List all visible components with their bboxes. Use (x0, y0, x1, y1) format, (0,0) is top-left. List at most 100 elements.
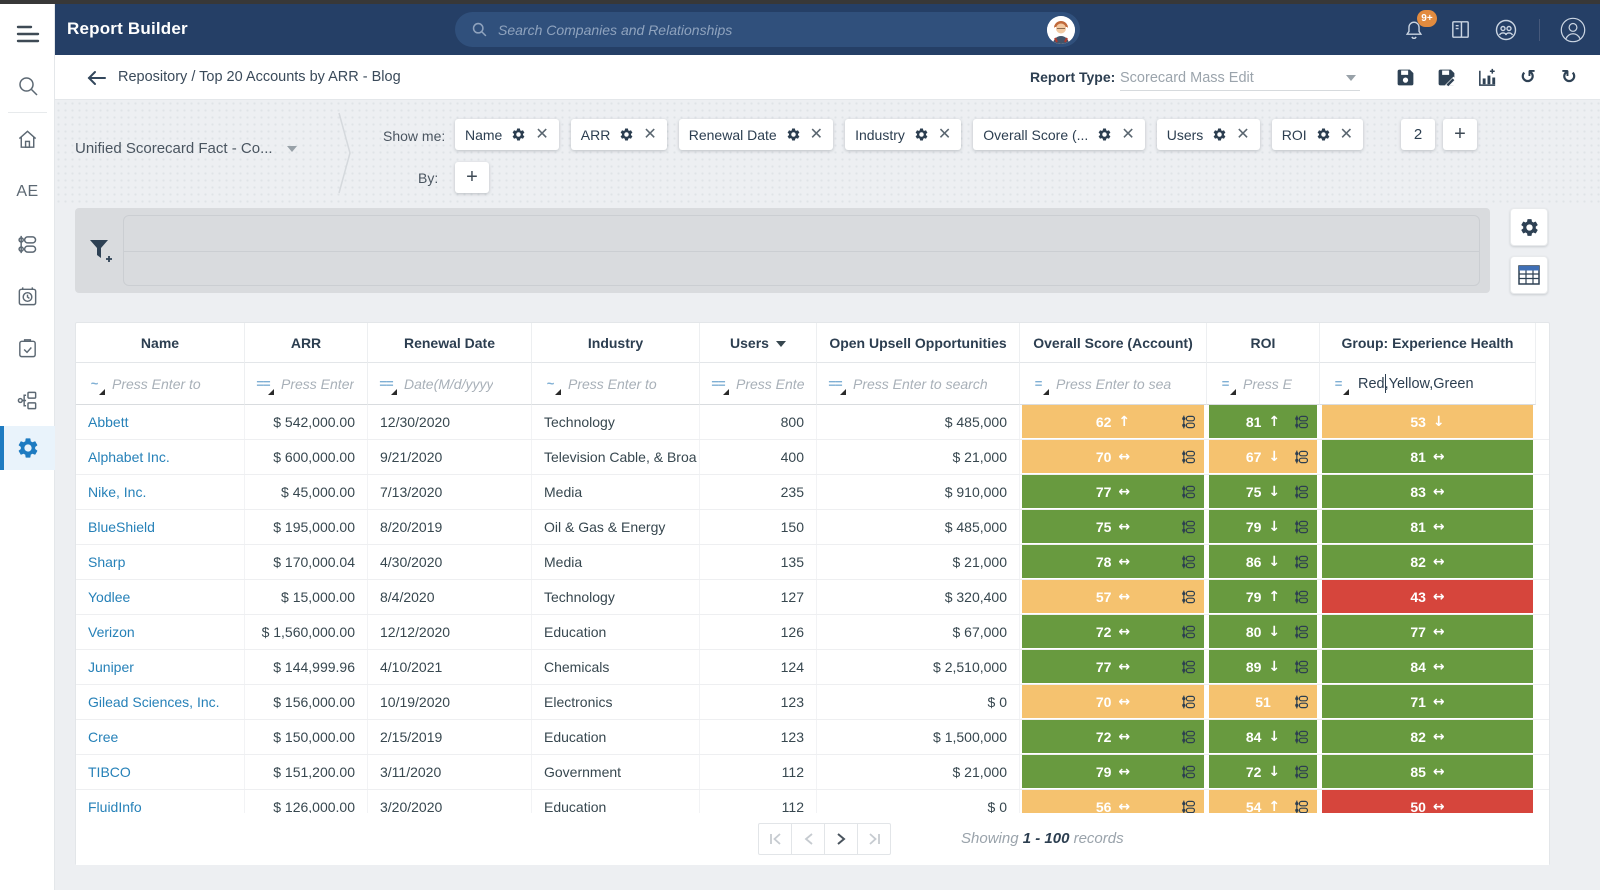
scorecard-sliders-icon[interactable] (1180, 413, 1197, 430)
first-page-button[interactable] (758, 823, 792, 855)
field-gear-icon[interactable] (619, 127, 634, 142)
company-link[interactable]: Nike, Inc. (88, 484, 146, 500)
save-as-button[interactable] (1433, 64, 1459, 90)
company-link[interactable]: TIBCO (88, 764, 131, 780)
field-gear-icon[interactable] (511, 127, 526, 142)
scorecard-sliders-icon[interactable] (1293, 448, 1310, 465)
filter-operator[interactable]: = (1326, 372, 1350, 396)
scorecard-sliders-icon[interactable] (1180, 798, 1197, 813)
field-chip[interactable]: Industry ✕ (845, 119, 961, 150)
cell-overall[interactable]: 57↔ (1020, 580, 1207, 614)
sidebar-search-icon[interactable] (0, 64, 55, 108)
filter-cell-roi[interactable]: =Press E (1207, 363, 1320, 405)
undo-button[interactable]: ↺ (1515, 64, 1541, 90)
column-header-users[interactable]: Users (700, 323, 817, 363)
scorecard-sliders-icon[interactable] (1180, 763, 1197, 780)
more-fields-count-chip[interactable]: 2 (1401, 119, 1435, 150)
filter-cell-industry[interactable]: ~Press Enter to (532, 363, 700, 405)
scorecard-sliders-icon[interactable] (1180, 518, 1197, 535)
scorecard-sliders-icon[interactable] (1180, 658, 1197, 675)
filter-operator[interactable]: == (823, 372, 847, 396)
filter-input-placeholder[interactable]: Press Enter to search (853, 376, 988, 392)
sidebar-item-success-plans[interactable] (0, 326, 55, 370)
cell-group[interactable]: 83↔ (1320, 475, 1536, 509)
sidebar-item-ae[interactable]: AE (0, 170, 55, 214)
cell-roi[interactable]: 51 (1207, 685, 1320, 719)
back-arrow-icon[interactable] (85, 66, 109, 90)
filter-cell-users[interactable]: ==Press Ente (700, 363, 817, 405)
filter-cell-name[interactable]: ~ Press Enter to (76, 363, 245, 405)
scorecard-sliders-icon[interactable] (1293, 658, 1310, 675)
cell-overall[interactable]: 70↔ (1020, 440, 1207, 474)
cell-overall[interactable]: 77↔ (1020, 650, 1207, 684)
scorecard-sliders-icon[interactable] (1293, 798, 1310, 813)
scorecard-sliders-icon[interactable] (1293, 588, 1310, 605)
filter-cell-arr[interactable]: ==Press Enter (245, 363, 368, 405)
filter-input-placeholder[interactable]: Press Enter to sea (1056, 376, 1171, 392)
cell-group[interactable]: 50↔ (1320, 790, 1536, 813)
report-type-select[interactable]: Scorecard Mass Edit (1120, 65, 1360, 91)
field-gear-icon[interactable] (1316, 127, 1331, 142)
field-remove-icon[interactable]: ✕ (1236, 127, 1249, 143)
field-chip[interactable]: Renewal Date ✕ (679, 119, 833, 150)
cell-group[interactable]: 53↓ (1320, 405, 1536, 439)
cell-roi[interactable]: 86↓ (1207, 545, 1320, 579)
company-link[interactable]: BlueShield (88, 519, 155, 535)
sidebar-item-home[interactable] (0, 117, 55, 161)
company-link[interactable]: Abbett (88, 414, 128, 430)
cell-group[interactable]: 82↔ (1320, 720, 1536, 754)
cell-roi[interactable]: 81↑ (1207, 405, 1320, 439)
column-header-group[interactable]: Group: Experience Health (1320, 323, 1536, 363)
cell-group[interactable]: 82↔ (1320, 545, 1536, 579)
company-link[interactable]: FluidInfo (88, 799, 142, 813)
scorecard-sliders-icon[interactable] (1293, 413, 1310, 430)
filter-input-placeholder[interactable]: Press Enter to (112, 376, 201, 392)
filter-operator[interactable]: == (251, 372, 275, 396)
last-page-button[interactable] (857, 823, 891, 855)
column-header-arr[interactable]: ARR (245, 323, 368, 363)
field-gear-icon[interactable] (914, 127, 929, 142)
scorecard-sliders-icon[interactable] (1180, 728, 1197, 745)
scorecard-sliders-icon[interactable] (1293, 553, 1310, 570)
cell-roi[interactable]: 72↓ (1207, 755, 1320, 789)
company-link[interactable]: Verizon (88, 624, 135, 640)
field-remove-icon[interactable]: ✕ (643, 127, 656, 143)
sidebar-item-scorecards[interactable] (0, 222, 55, 266)
column-header-renewal[interactable]: Renewal Date (368, 323, 532, 363)
notifications-bell-icon[interactable]: 9+ (1401, 17, 1427, 43)
add-chart-button[interactable] (1474, 64, 1500, 90)
cell-overall[interactable]: 62↑ (1020, 405, 1207, 439)
scorecard-sliders-icon[interactable] (1180, 693, 1197, 710)
cell-roi[interactable]: 75↓ (1207, 475, 1320, 509)
cell-group[interactable]: 85↔ (1320, 755, 1536, 789)
filter-input-placeholder[interactable]: Press Enter to (568, 376, 657, 392)
scorecard-sliders-icon[interactable] (1293, 623, 1310, 640)
filter-operator[interactable]: ~ (82, 372, 106, 396)
filter-operator[interactable]: == (706, 372, 730, 396)
filter-input-placeholder[interactable]: Date(M/d/yyyy (404, 376, 493, 392)
field-chip[interactable]: ARR ✕ (571, 119, 667, 150)
scorecard-sliders-icon[interactable] (1293, 763, 1310, 780)
sidebar-item-timeline[interactable] (0, 274, 55, 318)
field-remove-icon[interactable]: ✕ (1340, 127, 1353, 143)
field-gear-icon[interactable] (786, 127, 801, 142)
cell-overall[interactable]: 72↔ (1020, 615, 1207, 649)
add-field-chip[interactable]: + (1443, 119, 1477, 150)
report-settings-button[interactable] (1510, 208, 1548, 246)
cell-overall[interactable]: 56↔ (1020, 790, 1207, 813)
filter-cell-group[interactable]: =Red,Yellow,Green (1320, 363, 1536, 405)
add-by-chip[interactable]: + (455, 162, 489, 193)
save-button[interactable] (1392, 64, 1418, 90)
filter-cell-upsell[interactable]: == Press Enter to search (817, 363, 1020, 405)
company-link[interactable]: Sharp (88, 554, 125, 570)
filter-bar[interactable] (75, 208, 1490, 293)
redo-button[interactable]: ↻ (1556, 64, 1582, 90)
company-link[interactable]: Juniper (88, 659, 134, 675)
next-page-button[interactable] (824, 823, 858, 855)
field-chip[interactable]: ROI ✕ (1272, 119, 1363, 150)
scorecard-sliders-icon[interactable] (1180, 588, 1197, 605)
column-header-upsell[interactable]: Open Upsell Opportunities (817, 323, 1020, 363)
prev-page-button[interactable] (791, 823, 825, 855)
field-chip[interactable]: Overall Score (... ✕ (973, 119, 1144, 150)
company-link[interactable]: Cree (88, 729, 118, 745)
